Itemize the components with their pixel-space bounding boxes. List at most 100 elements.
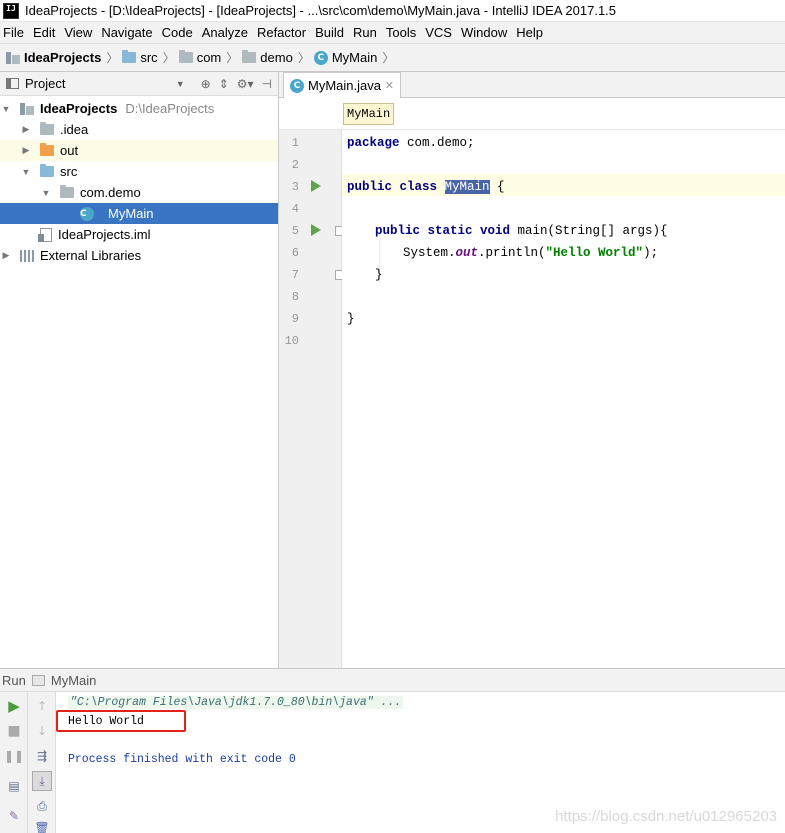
class-icon: C: [313, 50, 328, 65]
collapsed-arrow-icon[interactable]: ▶: [0, 250, 12, 261]
code-editor[interactable]: package com.demo; public class MyMain { …: [342, 130, 785, 668]
line-number: 8: [291, 290, 299, 304]
line-number: 4: [291, 202, 299, 216]
menu-build[interactable]: Build: [311, 25, 348, 40]
down-arrow-icon[interactable]: ↓: [32, 721, 52, 741]
tree-item-root[interactable]: ▼ IdeaProjects D:\IdeaProjects: [0, 98, 278, 119]
folder-icon: [40, 143, 54, 156]
expand-arrow-icon[interactable]: ▼: [40, 188, 52, 198]
chevron-right-icon: 〉: [106, 51, 119, 65]
chevron-right-icon: 〉: [226, 51, 239, 65]
editor-tab-bar: C MyMain.java ✕: [279, 72, 785, 98]
expand-arrow-icon[interactable]: ▼: [0, 104, 12, 114]
run-panel-title[interactable]: Run: [2, 673, 26, 688]
line-number: 5: [291, 224, 299, 238]
rerun-icon[interactable]: ▶: [4, 696, 24, 716]
console-output-line: Hello World: [68, 715, 144, 728]
gear-icon[interactable]: ⚙▾: [237, 77, 254, 91]
code-text: com.demo;: [399, 136, 475, 150]
run-method-icon[interactable]: [311, 224, 321, 236]
code-line-7[interactable]: }: [375, 264, 383, 286]
code-line-9[interactable]: }: [347, 308, 355, 330]
layout-icon[interactable]: ▤: [4, 776, 24, 796]
chevron-right-icon: 〉: [297, 51, 310, 65]
line-number: 6: [291, 246, 299, 260]
stop-icon[interactable]: ■: [4, 721, 24, 741]
code-line-3[interactable]: public class MyMain {: [347, 176, 505, 198]
menu-file[interactable]: File: [0, 25, 28, 40]
tree-item-iml[interactable]: IdeaProjects.iml: [0, 224, 278, 245]
close-icon[interactable]: ✕: [385, 79, 394, 92]
line-number: 9: [291, 312, 299, 326]
tree-item-package[interactable]: ▼ com.demo: [0, 182, 278, 203]
collapsed-arrow-icon[interactable]: ▶: [20, 145, 32, 156]
pause-icon[interactable]: ❚❚: [4, 746, 24, 766]
crumb-demo[interactable]: demo: [242, 50, 293, 65]
line-number: 10: [284, 334, 299, 348]
clear-all-icon[interactable]: 🗑: [32, 818, 52, 833]
code-text: main(String[] args){: [510, 224, 668, 238]
code-text: .println(: [478, 246, 546, 260]
scroll-from-source-icon[interactable]: ⊕: [201, 77, 211, 91]
code-line-1[interactable]: package com.demo;: [347, 132, 475, 154]
menu-view[interactable]: View: [60, 25, 96, 40]
view-dropdown-icon[interactable]: ▼: [176, 79, 185, 89]
tree-item-src[interactable]: ▼ src: [0, 161, 278, 182]
tree-item-out[interactable]: ▶ out: [0, 140, 278, 161]
module-file-icon: [38, 227, 52, 242]
collapse-all-icon[interactable]: ⇕: [219, 77, 229, 91]
menu-window[interactable]: Window: [457, 25, 511, 40]
soft-wrap-icon[interactable]: ⇶: [32, 746, 52, 766]
keyword: package: [347, 136, 400, 150]
crumb-label: src: [140, 50, 158, 65]
tree-label: src: [60, 164, 78, 179]
line-number: 1: [291, 136, 299, 150]
code-line-6[interactable]: System.out.println("Hello World");: [403, 242, 658, 264]
print-icon[interactable]: ⎙: [32, 796, 52, 816]
menu-analyze[interactable]: Analyze: [198, 25, 252, 40]
tree-label: IdeaProjects.iml: [58, 227, 151, 242]
tool-window-icon: [6, 78, 19, 89]
hide-panel-icon[interactable]: ⊣: [262, 77, 272, 91]
chevron-right-icon: 〉: [382, 51, 395, 65]
menu-run[interactable]: Run: [349, 25, 381, 40]
crumb-ideaprojects[interactable]: IdeaProjects: [6, 50, 101, 65]
run-config-icon: [31, 674, 45, 686]
expand-arrow-icon[interactable]: ▼: [20, 167, 32, 177]
menu-bar: File Edit View Navigate Code Analyze Ref…: [0, 22, 785, 44]
folder-icon: [178, 50, 193, 63]
project-panel-title[interactable]: Project: [25, 76, 65, 91]
run-config-name[interactable]: MyMain: [51, 673, 97, 688]
collapsed-arrow-icon[interactable]: ▶: [20, 124, 32, 135]
menu-tools[interactable]: Tools: [382, 25, 420, 40]
line-number: 2: [291, 158, 299, 172]
line-number: 3: [291, 180, 299, 194]
title-bar: IJ IdeaProjects - [D:\IdeaProjects] - [I…: [0, 0, 785, 22]
menu-navigate[interactable]: Navigate: [97, 25, 156, 40]
tab-mymain-java[interactable]: C MyMain.java ✕: [283, 72, 401, 98]
crumb-src[interactable]: src: [122, 50, 158, 65]
code-line-5[interactable]: public static void main(String[] args){: [375, 220, 668, 242]
run-class-icon[interactable]: [311, 180, 321, 192]
crumb-mymain[interactable]: C MyMain: [313, 50, 378, 65]
source-folder-icon: [40, 164, 54, 177]
tree-item-mymain[interactable]: C MyMain: [0, 203, 278, 224]
class-tooltip: MyMain: [343, 103, 395, 125]
pin-icon[interactable]: ✎: [4, 806, 24, 826]
run-panel-header: Run MyMain: [0, 668, 785, 692]
project-tool-window: Project ▼ ⊕ ⇕ ⚙▾ ⊣ ▼ IdeaProjects D:\Ide…: [0, 72, 279, 668]
menu-code[interactable]: Code: [158, 25, 197, 40]
folder-icon: [122, 50, 137, 63]
menu-refactor[interactable]: Refactor: [253, 25, 310, 40]
tree-item-idea[interactable]: ▶ .idea: [0, 119, 278, 140]
crumb-label: MyMain: [331, 50, 378, 65]
menu-edit[interactable]: Edit: [29, 25, 59, 40]
tree-item-external-libraries[interactable]: ▶ External Libraries: [0, 245, 278, 266]
menu-help[interactable]: Help: [512, 25, 547, 40]
package-icon: [60, 185, 74, 198]
scroll-to-end-icon[interactable]: ⤓: [32, 771, 52, 791]
crumb-com[interactable]: com: [178, 50, 221, 65]
up-arrow-icon[interactable]: ↑: [32, 696, 52, 716]
menu-vcs[interactable]: VCS: [421, 25, 456, 40]
intellij-app-icon: IJ: [3, 2, 19, 19]
